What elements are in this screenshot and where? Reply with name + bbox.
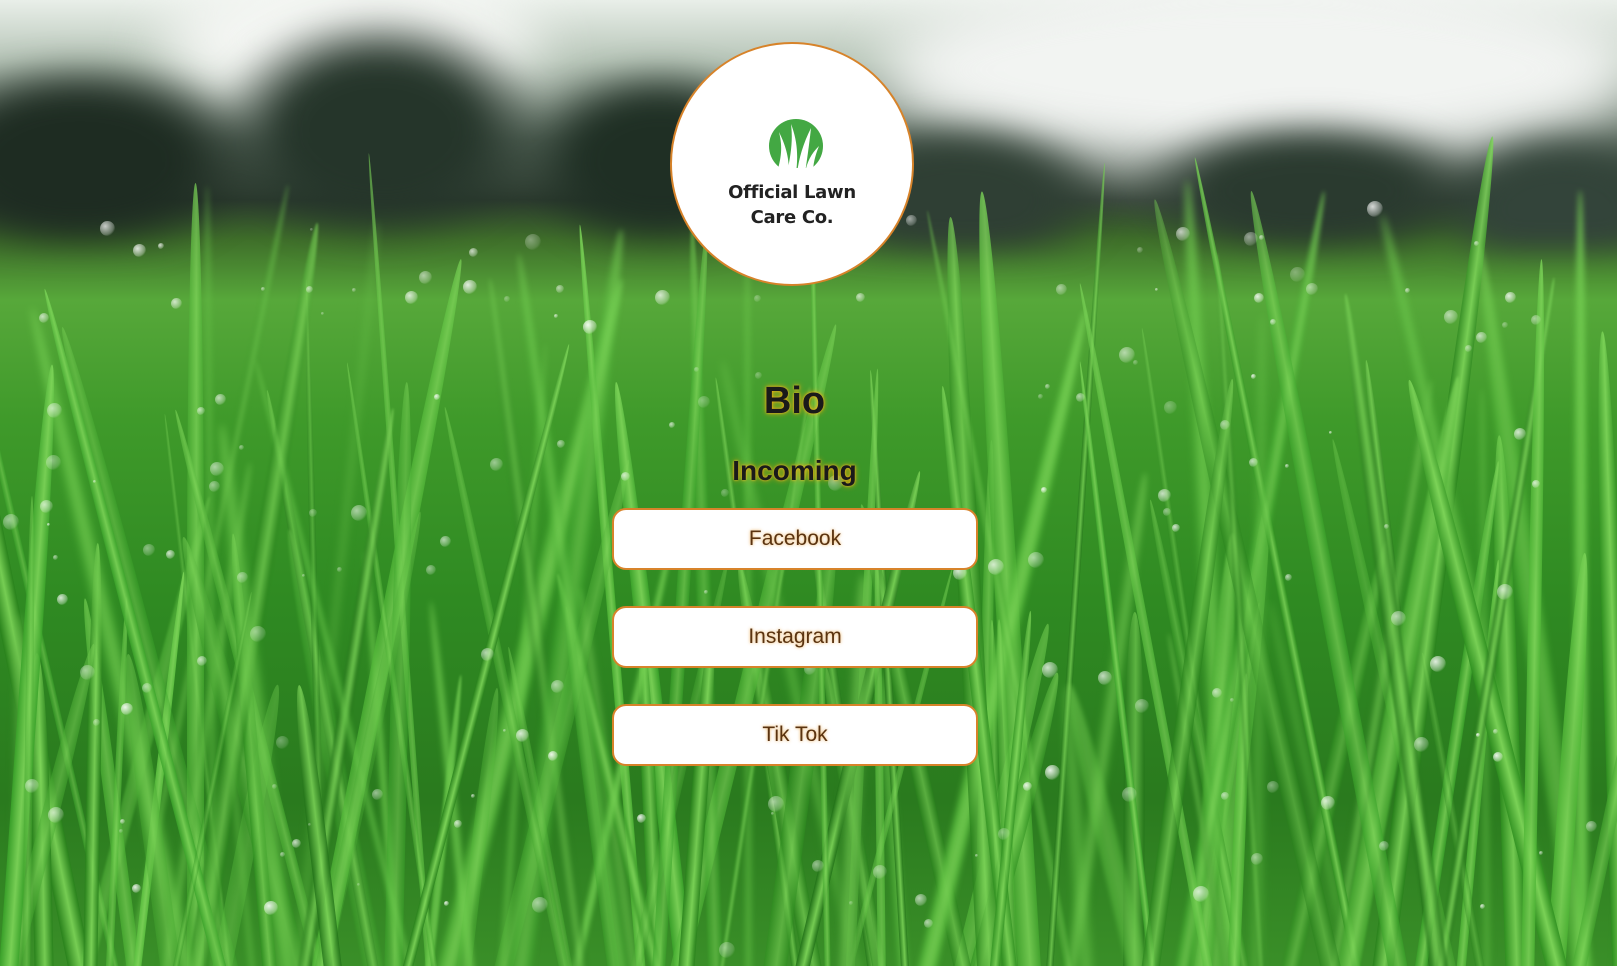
grass-logo-icon	[767, 119, 825, 174]
logo-wordmark: Official Lawn Care Co.	[672, 180, 912, 230]
logo-line-1: Official Lawn	[728, 182, 856, 203]
tiktok-link-button[interactable]: Tik Tok	[612, 704, 978, 766]
logo-line-2: Care Co.	[750, 207, 834, 228]
facebook-link-button[interactable]: Facebook	[612, 508, 978, 570]
page-content: Official Lawn Care Co. Bio Incoming Face…	[0, 0, 1617, 966]
bio-text: Incoming	[732, 455, 857, 486]
instagram-link-button[interactable]: Instagram	[612, 606, 978, 668]
bio-heading: Bio	[763, 380, 826, 422]
profile-logo: Official Lawn Care Co.	[670, 42, 914, 286]
